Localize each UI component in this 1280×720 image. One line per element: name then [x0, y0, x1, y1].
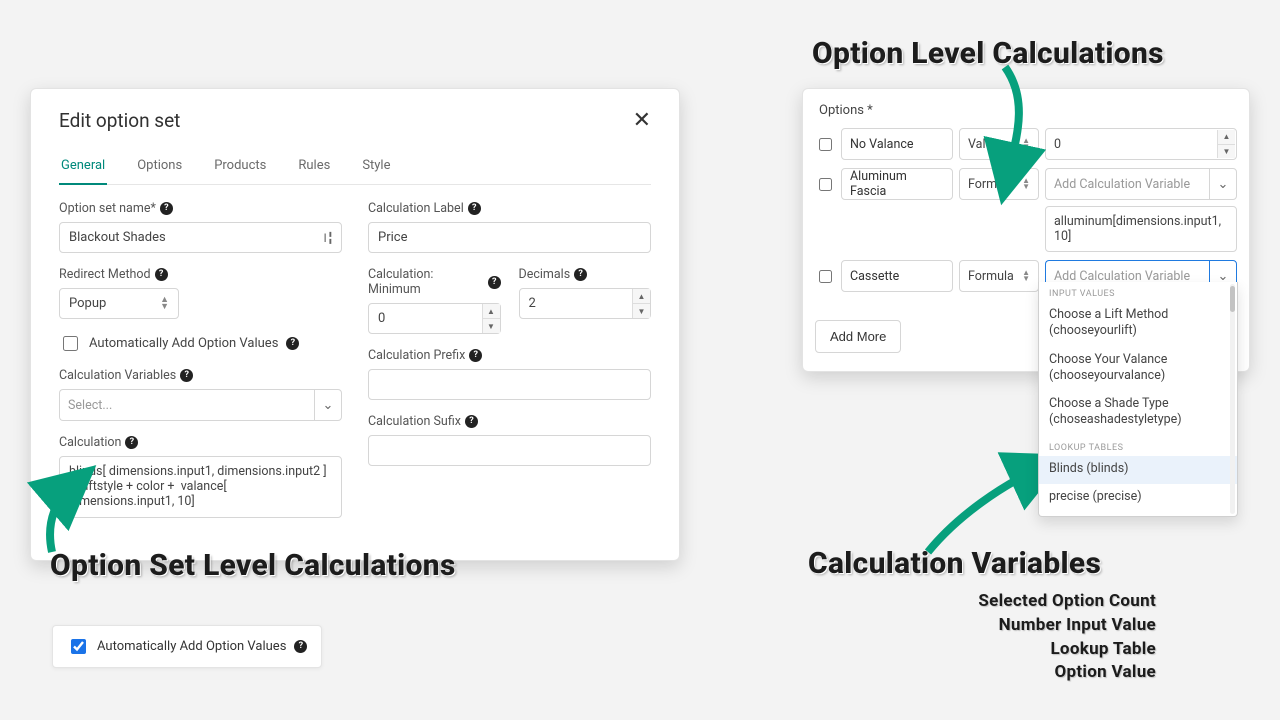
tab-general[interactable]: General — [59, 150, 107, 185]
dropdown-item[interactable]: Choose Your Valance (chooseyourvalance) — [1039, 347, 1237, 392]
edit-option-set-panel: Edit option set ✕ General Options Produc… — [30, 88, 680, 561]
sort-icon — [1022, 138, 1030, 149]
tab-rules[interactable]: Rules — [296, 150, 332, 184]
panel-title: Edit option set — [59, 109, 180, 132]
number-stepper[interactable]: ▲▼ — [482, 304, 500, 333]
auto-add-chip-checkbox[interactable] — [71, 639, 86, 654]
sort-icon — [1022, 270, 1030, 281]
dropdown-group: LOOKUP TABLES — [1039, 436, 1237, 456]
help-icon: ? — [468, 202, 481, 215]
chevron-down-icon[interactable]: ⌄ — [314, 389, 342, 421]
variable-dropdown: INPUT VALUES Choose a Lift Method (choos… — [1038, 282, 1238, 517]
calc-variables-label: Calculation Variables? — [59, 368, 342, 383]
tabs: General Options Products Rules Style — [59, 142, 651, 185]
auto-add-checkbox[interactable] — [63, 336, 78, 351]
close-icon[interactable]: ✕ — [633, 110, 651, 132]
dropdown-item[interactable]: Blinds (blinds) — [1039, 456, 1237, 484]
help-icon: ? — [465, 415, 478, 428]
dropdown-item[interactable]: precise (precise) — [1039, 484, 1237, 512]
help-icon: ? — [160, 202, 173, 215]
option-set-name-label: Option set name*? — [59, 201, 342, 216]
calc-min-label: Calculation: Minimum? — [368, 267, 501, 297]
help-icon: ? — [125, 436, 138, 449]
tab-products[interactable]: Products — [212, 150, 268, 184]
add-more-button[interactable]: Add More — [815, 320, 901, 353]
calc-prefix-label: Calculation Prefix? — [368, 348, 651, 363]
dropdown-group: INPUT VALUES — [1039, 282, 1237, 302]
calc-variables-select[interactable]: Select... — [59, 389, 314, 421]
options-title: Options * — [819, 103, 1233, 118]
arrow-icon — [918, 460, 1058, 560]
help-icon: ? — [155, 268, 168, 281]
option-set-name-input[interactable] — [59, 222, 342, 253]
calc-suffix-input[interactable] — [368, 435, 651, 466]
option-checkbox[interactable] — [819, 137, 832, 152]
chevron-down-icon[interactable]: ⌄ — [1209, 168, 1237, 200]
sort-icon — [1022, 178, 1030, 189]
option-checkbox[interactable] — [819, 177, 832, 192]
number-stepper[interactable]: ▲▼ — [632, 289, 650, 318]
option-type-select[interactable]: Value — [959, 128, 1039, 160]
calc-prefix-input[interactable] — [368, 369, 651, 400]
formula-result[interactable]: alluminum[dimensions.input1, 10] — [1045, 206, 1237, 252]
help-icon: ? — [574, 268, 587, 281]
scrollbar[interactable] — [1230, 284, 1235, 514]
auto-add-chip: Automatically Add Option Values ? — [52, 625, 322, 668]
annotation-sub-list: Selected Option Count Number Input Value… — [924, 590, 1156, 685]
help-icon: ? — [488, 276, 500, 289]
help-icon: ? — [180, 369, 193, 382]
calc-suffix-label: Calculation Sufix? — [368, 414, 651, 429]
option-name[interactable]: Cassette — [841, 260, 953, 292]
formula-variable-select[interactable]: Add Calculation Variable — [1045, 168, 1209, 200]
redirect-method-select[interactable]: Popup — [59, 288, 179, 319]
option-name[interactable]: Aluminum Fascia — [841, 168, 953, 200]
sort-icon — [160, 297, 169, 310]
option-value-input[interactable]: 0 ▲▼ — [1045, 128, 1237, 160]
help-icon: ? — [469, 349, 482, 362]
option-row: Aluminum Fascia Formula Add Calculation … — [815, 168, 1237, 200]
redirect-method-label: Redirect Method? — [59, 267, 179, 282]
tab-options[interactable]: Options — [135, 150, 184, 184]
auto-add-label: Automatically Add Option Values — [89, 336, 278, 351]
option-type-select[interactable]: Formula — [959, 168, 1039, 200]
calculation-textarea[interactable]: blinds[ dimensions.input1, dimensions.in… — [59, 456, 342, 518]
text-variant-icon: I╏ — [324, 231, 335, 245]
annotation-option-level: Option Level Calculations — [812, 36, 1164, 71]
tab-style[interactable]: Style — [360, 150, 392, 184]
annotation-option-set-level: Option Set Level Calculations — [50, 548, 456, 583]
calculation-label: Calculation? — [59, 435, 342, 450]
help-icon: ? — [286, 337, 299, 350]
auto-add-chip-label: Automatically Add Option Values — [97, 639, 286, 654]
calc-label-label: Calculation Label? — [368, 201, 651, 216]
calc-label-input[interactable] — [368, 222, 651, 253]
option-row: No Valance Value 0 ▲▼ — [815, 128, 1237, 160]
decimals-label: Decimals? — [519, 267, 652, 282]
option-type-select[interactable]: Formula — [959, 260, 1039, 292]
annotation-calc-vars: Calculation Variables — [808, 546, 1101, 581]
option-checkbox[interactable] — [819, 269, 832, 284]
dropdown-item[interactable]: Choose a Shade Type (choseashadestyletyp… — [1039, 391, 1237, 436]
number-stepper[interactable]: ▲▼ — [1217, 130, 1235, 158]
option-name[interactable]: No Valance — [841, 128, 953, 160]
help-icon: ? — [294, 640, 307, 653]
dropdown-item[interactable]: Choose a Lift Method (chooseyourlift) — [1039, 302, 1237, 347]
